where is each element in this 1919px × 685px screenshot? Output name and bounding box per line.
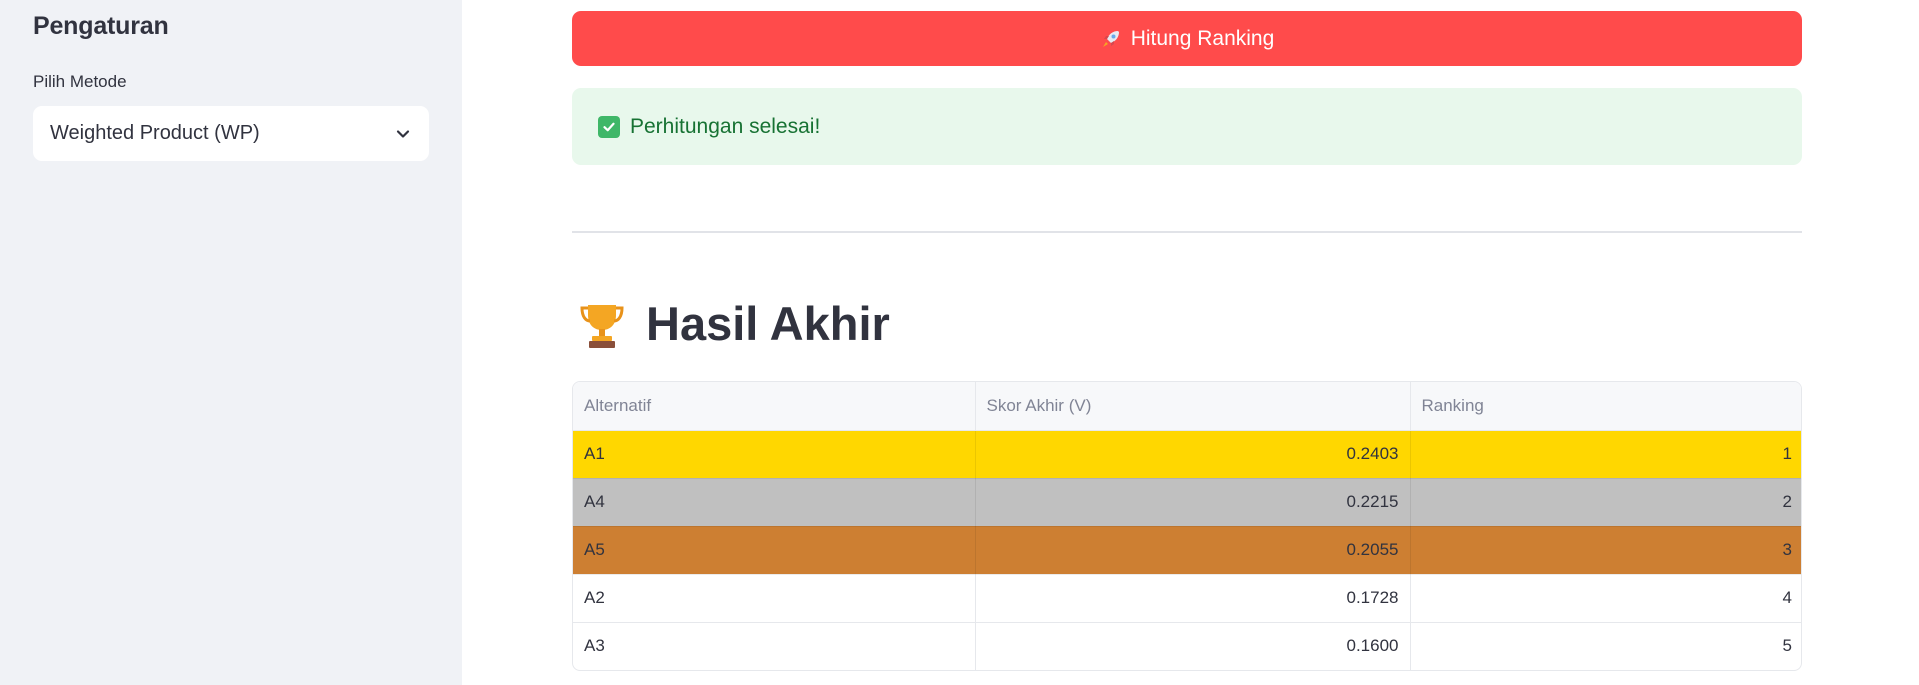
- trophy-icon: [580, 299, 624, 349]
- column-header-skor[interactable]: Skor Akhir (V): [975, 382, 1411, 431]
- page-heading: Hasil Akhir: [580, 296, 890, 351]
- cell-ranking[interactable]: 4: [1410, 574, 1801, 623]
- cell-skor[interactable]: 0.2055: [975, 526, 1411, 575]
- table-header-row: Alternatif Skor Akhir (V) Ranking: [573, 382, 1801, 431]
- cell-skor[interactable]: 0.2403: [975, 430, 1411, 479]
- table-row: A4 0.2215 2: [573, 478, 1801, 527]
- cell-ranking[interactable]: 1: [1410, 430, 1801, 479]
- sidebar-title: Pengaturan: [33, 12, 169, 40]
- table-row: A3 0.1600 5: [573, 622, 1801, 670]
- success-alert: Perhitungan selesai!: [572, 88, 1802, 165]
- sidebar: Pengaturan Pilih Metode Weighted Product…: [0, 0, 462, 685]
- main-content: Hitung Ranking Perhitungan selesai! Hasi…: [462, 0, 1919, 685]
- cell-alternatif[interactable]: A3: [573, 622, 976, 670]
- chevron-down-icon: [395, 126, 411, 142]
- hitung-ranking-label: Hitung Ranking: [1130, 26, 1275, 50]
- column-header-ranking[interactable]: Ranking: [1410, 382, 1801, 431]
- table-row: A5 0.2055 3: [573, 526, 1801, 575]
- cell-skor[interactable]: 0.1728: [975, 574, 1411, 623]
- cell-ranking[interactable]: 3: [1410, 526, 1801, 575]
- cell-alternatif[interactable]: A4: [573, 478, 976, 527]
- success-message: Perhitungan selesai!: [630, 114, 821, 138]
- cell-alternatif[interactable]: A1: [573, 430, 976, 479]
- results-table: Alternatif Skor Akhir (V) Ranking A1 0.2…: [572, 381, 1802, 671]
- hitung-ranking-button[interactable]: Hitung Ranking: [572, 11, 1802, 66]
- table-row: A2 0.1728 4: [573, 574, 1801, 623]
- check-box-icon: [598, 115, 620, 138]
- rocket-icon: [1100, 28, 1122, 50]
- cell-alternatif[interactable]: A5: [573, 526, 976, 575]
- cell-ranking[interactable]: 2: [1410, 478, 1801, 527]
- cell-ranking[interactable]: 5: [1410, 622, 1801, 670]
- cell-skor[interactable]: 0.2215: [975, 478, 1411, 527]
- method-select[interactable]: Weighted Product (WP): [33, 106, 429, 161]
- method-select-value: Weighted Product (WP): [50, 122, 260, 144]
- table-row: A1 0.2403 1: [573, 430, 1801, 479]
- column-header-alternatif[interactable]: Alternatif: [573, 382, 976, 431]
- page-title: Hasil Akhir: [646, 297, 890, 350]
- cell-alternatif[interactable]: A2: [573, 574, 976, 623]
- cell-skor[interactable]: 0.1600: [975, 622, 1411, 670]
- method-label: Pilih Metode: [33, 72, 127, 91]
- divider: [572, 231, 1802, 233]
